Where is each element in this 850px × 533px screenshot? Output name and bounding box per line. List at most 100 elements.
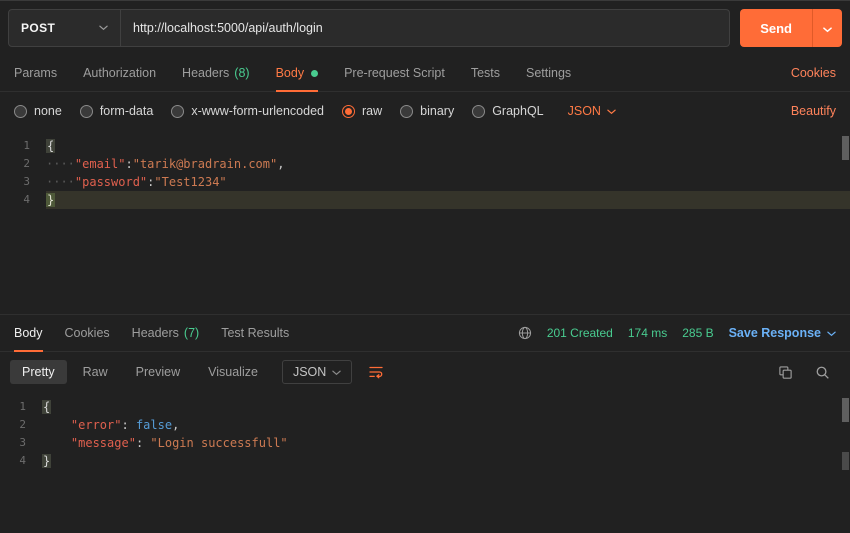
view-tab-raw[interactable]: Raw [71,360,120,384]
status-badge: 201 Created [546,326,613,340]
code-line: 4} [0,452,850,470]
send-button[interactable]: Send [740,9,812,47]
line-content: { [46,139,56,153]
tab-tests[interactable]: Tests [471,55,500,91]
request-body-editor[interactable]: 1{2 ····"email":"tarik@bradrain.com", 3 ···… [0,130,850,315]
response-toolbar-icons [778,365,840,380]
line-number: 3 [23,175,30,188]
view-tab-visualize[interactable]: Visualize [196,360,270,384]
tab-label: Cookies [64,326,110,340]
network-globe-icon [518,326,532,340]
response-header: Body Cookies Headers (7) Test Results 20… [0,315,850,352]
radio-graphql[interactable]: GraphQL [472,104,544,118]
method-dropdown[interactable]: POST [9,10,121,46]
url-text: http://localhost:5000/api/auth/login [133,21,323,35]
view-tab-pretty[interactable]: Pretty [10,360,67,384]
radio-icon [472,104,486,118]
response-view-row: Pretty Raw Preview Visualize JSON [0,352,850,392]
line-number: 3 [19,436,26,449]
line-content: } [46,191,850,209]
line-content: ····"password":"Test1234" [46,175,227,189]
scrollbar-thumb[interactable] [842,136,849,160]
radio-icon [400,104,414,118]
chevron-down-icon [823,21,832,36]
response-tab-body[interactable]: Body [14,315,43,352]
tab-pre-request-script[interactable]: Pre-request Script [344,55,445,91]
scrollbar-thumb[interactable] [842,398,849,422]
search-icon[interactable] [815,365,830,380]
url-field-group: POST http://localhost:5000/api/auth/logi… [8,9,731,47]
radio-binary[interactable]: binary [400,104,454,118]
scrollbar[interactable] [840,394,849,531]
save-response-label: Save Response [728,326,821,340]
url-input[interactable]: http://localhost:5000/api/auth/login [121,10,729,46]
chevron-down-icon [607,104,616,118]
response-tab-headers[interactable]: Headers (7) [132,315,200,351]
line-number: 4 [19,454,26,467]
response-tab-test-results[interactable]: Test Results [221,315,289,351]
radio-x-www-form-urlencoded[interactable]: x-www-form-urlencoded [171,104,324,118]
radio-label: GraphQL [492,104,544,118]
tab-authorization[interactable]: Authorization [83,55,156,91]
tab-label: Headers [182,66,230,80]
radio-icon [171,104,185,118]
line-content: } [42,454,52,468]
tab-label: Params [14,66,58,80]
code-line: 4} [0,191,850,209]
radio-raw[interactable]: raw [342,104,382,118]
tab-label: Tests [470,66,500,80]
radio-label: form-data [99,104,154,118]
headers-count-badge: (8) [234,66,250,80]
line-content: { [42,400,52,414]
copy-icon[interactable] [778,365,793,380]
view-tab-preview[interactable]: Preview [124,360,192,384]
radio-none[interactable]: none [14,104,62,118]
request-tabs: Params Authorization Headers (8) Body Pr… [0,55,850,92]
tab-label: Pre-request Script [344,66,445,80]
line-content: ····"email":"tarik@bradrain.com", [46,157,285,171]
tab-label: Body [14,326,43,340]
code-line: 3 ····"password":"Test1234" [0,173,850,191]
response-format-dropdown[interactable]: JSON [281,360,353,384]
line-number: 4 [23,193,30,206]
radio-label: none [34,104,62,118]
code-line: 3 "message": "Login successfull" [0,434,850,452]
radio-icon [79,104,93,118]
radio-label: binary [420,104,455,118]
send-options-button[interactable] [812,9,842,47]
tab-settings[interactable]: Settings [526,55,571,91]
tab-label: Settings [526,66,572,80]
code-line: 1{ [0,398,850,416]
response-headers-count-badge: (7) [183,326,200,340]
chevron-down-icon [99,25,108,31]
radio-form-data[interactable]: form-data [79,104,154,118]
radio-label: x-www-form-urlencoded [191,104,324,118]
response-size: 285 B [682,326,714,340]
scrollbar[interactable] [840,132,849,312]
tab-label: Authorization [83,66,157,80]
request-url-bar: POST http://localhost:5000/api/auth/logi… [0,1,850,55]
cookies-link[interactable]: Cookies [791,66,836,80]
wrap-text-icon[interactable] [368,365,384,379]
code-line: 1{ [0,137,850,155]
line-content: "message": "Login successfull" [70,436,288,450]
tab-body[interactable]: Body [275,55,319,92]
tab-label: Headers [131,326,179,340]
method-label: POST [21,21,56,35]
tab-label: Body [275,66,305,80]
tab-headers[interactable]: Headers (8) [182,55,250,91]
line-number: 1 [23,139,30,152]
scrollbar-mark [842,452,849,470]
radio-selected-icon [342,104,355,118]
code-line: 2 ····"email":"tarik@bradrain.com", [0,155,850,173]
line-number: 2 [19,418,26,431]
line-content: "error": false, [70,418,180,432]
tab-params[interactable]: Params [14,55,57,91]
line-number: 2 [23,157,30,170]
beautify-link[interactable]: Beautify [791,104,836,118]
raw-format-dropdown[interactable]: JSON [568,104,616,118]
response-body-editor[interactable]: 1{ 2 "error": false, 3 "message": "Login s… [0,392,850,533]
save-response-button[interactable]: Save Response [729,326,836,340]
response-tab-cookies[interactable]: Cookies [65,315,110,351]
response-meta: 201 Created 174 ms 285 B Save Response [518,326,836,340]
